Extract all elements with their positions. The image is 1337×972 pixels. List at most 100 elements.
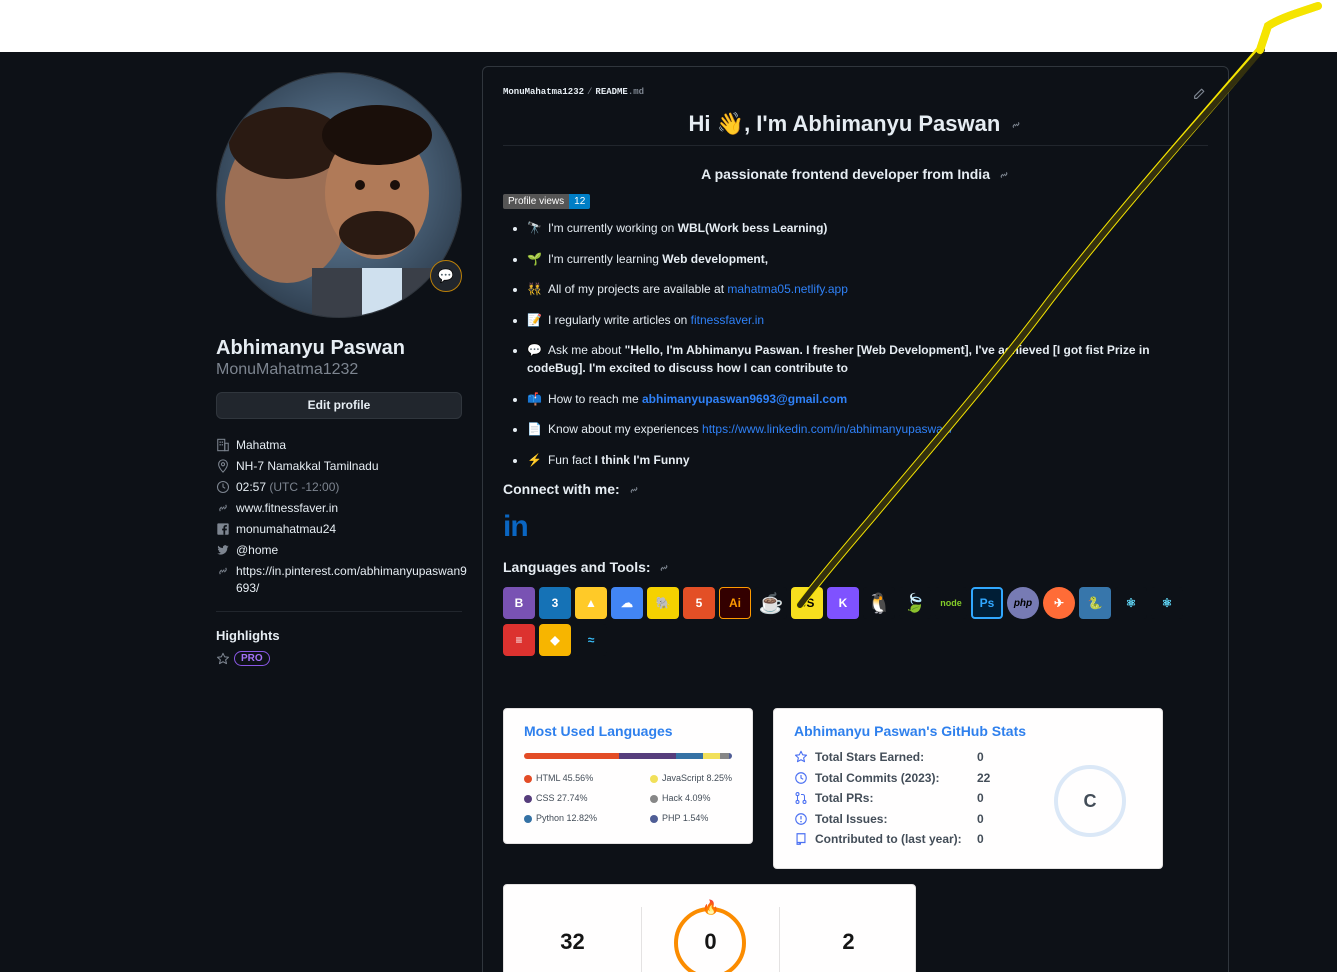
emoji-icon: 🔭 bbox=[527, 221, 542, 235]
gcp-icon[interactable]: ☁ bbox=[611, 587, 643, 619]
crumb-file-ext: .md bbox=[627, 87, 645, 97]
language-bar-segment bbox=[703, 753, 721, 759]
heading-suffix: , I'm Abhimanyu Paswan bbox=[744, 111, 1001, 136]
language-bar-segment bbox=[720, 753, 729, 759]
linux-icon[interactable]: 🐧 bbox=[863, 587, 895, 619]
about-link[interactable]: fitnessfaver.in bbox=[691, 313, 764, 327]
java-icon[interactable]: ☕ bbox=[755, 587, 787, 619]
github-stat-label: Contributed to (last year): bbox=[815, 832, 962, 846]
mongodb-icon[interactable]: 🍃 bbox=[899, 587, 931, 619]
about-item: 💬Ask me about "Hello, I'm Abhimanyu Pasw… bbox=[527, 341, 1208, 377]
profile-details: Mahatma NH-7 Namakkal Tamilnadu 02:57 (U… bbox=[216, 437, 467, 597]
language-color-dot bbox=[650, 794, 658, 803]
about-text: All of my projects are available at bbox=[547, 282, 728, 296]
email-link[interactable]: abhimanyupaswan9693@gmail.com bbox=[642, 392, 847, 406]
crumb-owner[interactable]: MonuMahatma1232 bbox=[503, 87, 584, 97]
react-icon[interactable]: ⚛ bbox=[1115, 587, 1147, 619]
avatar-container: 💬 bbox=[216, 72, 462, 318]
about-item: ⚡ Fun fact I think I'm Funny bbox=[527, 451, 1208, 469]
illustrator-glyph: Ai bbox=[729, 596, 741, 610]
about-link[interactable]: https://www.linkedin.com/in/abhimanyupas… bbox=[702, 422, 953, 436]
sketch-icon[interactable]: ◆ bbox=[539, 624, 571, 656]
php-icon[interactable]: php bbox=[1007, 587, 1039, 619]
clock-icon bbox=[795, 771, 807, 784]
github-stat-value: 22 bbox=[977, 770, 991, 785]
emoji-icon: 📄 bbox=[527, 422, 542, 436]
location-pin-icon bbox=[218, 459, 228, 473]
language-legend-item: Hack 4.09% bbox=[650, 793, 750, 803]
most-used-languages-card[interactable]: Most Used Languages HTML 45.56% JavaScrip… bbox=[503, 708, 753, 844]
set-status-button[interactable]: 💬 bbox=[430, 260, 462, 292]
tools-heading: Languages and Tools: bbox=[503, 559, 1208, 575]
kotlin-glyph: K bbox=[838, 596, 848, 610]
fire-icon: 🔥 bbox=[702, 899, 720, 915]
languages-bar bbox=[524, 753, 732, 759]
hadoop-icon[interactable]: 🐘 bbox=[647, 587, 679, 619]
linkedin-icon[interactable]: in bbox=[503, 511, 1208, 543]
edit-readme-pencil-icon[interactable] bbox=[1192, 87, 1206, 101]
star-icon bbox=[794, 750, 808, 763]
firebase-icon[interactable]: ▲ bbox=[575, 587, 607, 619]
avatar[interactable] bbox=[216, 72, 462, 318]
website-link[interactable]: www.fitnessfaver.in bbox=[236, 500, 338, 517]
pull-request-icon bbox=[795, 792, 807, 805]
tailwind-glyph: ≈ bbox=[587, 633, 595, 647]
crumb-file[interactable]: README.md bbox=[595, 87, 644, 97]
detail-pinterest: https://in.pinterest.com/abhimanyupaswan… bbox=[216, 563, 467, 597]
emoji-icon: 📝 bbox=[527, 312, 542, 327]
postman-icon[interactable]: ✈ bbox=[1043, 587, 1075, 619]
mongodb-glyph: 🍃 bbox=[903, 592, 927, 613]
detail-website: www.fitnessfaver.in bbox=[216, 500, 462, 517]
highlights-heading: Highlights bbox=[216, 628, 280, 643]
github-stat-label: Total PRs: bbox=[815, 791, 874, 805]
postman-glyph: ✈ bbox=[1053, 596, 1065, 610]
pro-badge: PRO bbox=[234, 651, 270, 666]
speech-bubble-icon: 💬 bbox=[437, 268, 455, 283]
scala-glyph: ≡ bbox=[515, 633, 523, 647]
readme-breadcrumb: MonuMahatma1232 / README.md bbox=[503, 87, 1208, 97]
facebook-link[interactable]: monumahatmau24 bbox=[236, 521, 336, 538]
about-link[interactable]: mahatma05.netlify.app bbox=[727, 282, 848, 296]
github-stat-value: 0 bbox=[977, 811, 984, 826]
tools-anchor-link-icon[interactable] bbox=[658, 562, 670, 574]
about-item: 📄 Know about my experiences https://www.l… bbox=[527, 420, 1208, 438]
pinterest-line-2: 693/ bbox=[236, 581, 260, 595]
language-legend-item: JavaScript 8.25% bbox=[650, 773, 750, 783]
total-contributions-column: 32 bbox=[504, 885, 641, 955]
javascript-icon[interactable]: JS bbox=[791, 587, 823, 619]
streak-stats-card[interactable]: 32 🔥 0 2 bbox=[503, 884, 916, 972]
twitter-link[interactable]: @home bbox=[236, 542, 278, 559]
clock-icon bbox=[216, 480, 230, 494]
connect-anchor-link-icon[interactable] bbox=[628, 484, 640, 496]
python-icon[interactable]: 🐍 bbox=[1079, 587, 1111, 619]
issue-icon bbox=[795, 812, 807, 825]
bootstrap-glyph: B bbox=[514, 596, 524, 610]
reactnative-icon[interactable]: ⚛ bbox=[1151, 587, 1183, 619]
pinterest-link[interactable]: https://in.pinterest.com/abhimanyupaswan… bbox=[236, 563, 467, 597]
tailwind-icon[interactable]: ≈ bbox=[575, 624, 607, 656]
language-legend-item: PHP 1.54% bbox=[650, 813, 750, 823]
photoshop-icon[interactable]: Ps bbox=[971, 587, 1003, 619]
javascript-glyph: JS bbox=[799, 596, 815, 610]
current-streak-column: 🔥 0 bbox=[642, 885, 779, 972]
github-stat-value: 0 bbox=[977, 750, 984, 764]
css3-icon[interactable]: 3 bbox=[539, 587, 571, 619]
nodejs-icon[interactable]: node bbox=[935, 587, 967, 619]
html5-icon[interactable]: 5 bbox=[683, 587, 715, 619]
language-label: Python 12.82% bbox=[536, 813, 598, 823]
kotlin-icon[interactable]: K bbox=[827, 587, 859, 619]
language-bar-segment bbox=[676, 753, 704, 759]
heading-anchor-link-icon[interactable] bbox=[1010, 119, 1022, 131]
github-stats-card[interactable]: Abhimanyu Paswan's GitHub Stats Total St… bbox=[773, 708, 1163, 869]
scala-icon[interactable]: ≡ bbox=[503, 624, 535, 656]
subtitle-anchor-link-icon[interactable] bbox=[998, 169, 1010, 181]
edit-profile-button[interactable]: Edit profile bbox=[216, 392, 462, 419]
illustrator-icon[interactable]: Ai bbox=[719, 587, 751, 619]
about-text: Ask me about bbox=[547, 343, 625, 357]
reactnative-glyph: ⚛ bbox=[1161, 596, 1173, 610]
connect-heading: Connect with me: bbox=[503, 481, 1208, 497]
facebook-icon bbox=[217, 523, 229, 535]
github-stat-value: 0 bbox=[977, 832, 984, 846]
bootstrap-icon[interactable]: B bbox=[503, 587, 535, 619]
detail-facebook: monumahatmau24 bbox=[216, 521, 462, 538]
